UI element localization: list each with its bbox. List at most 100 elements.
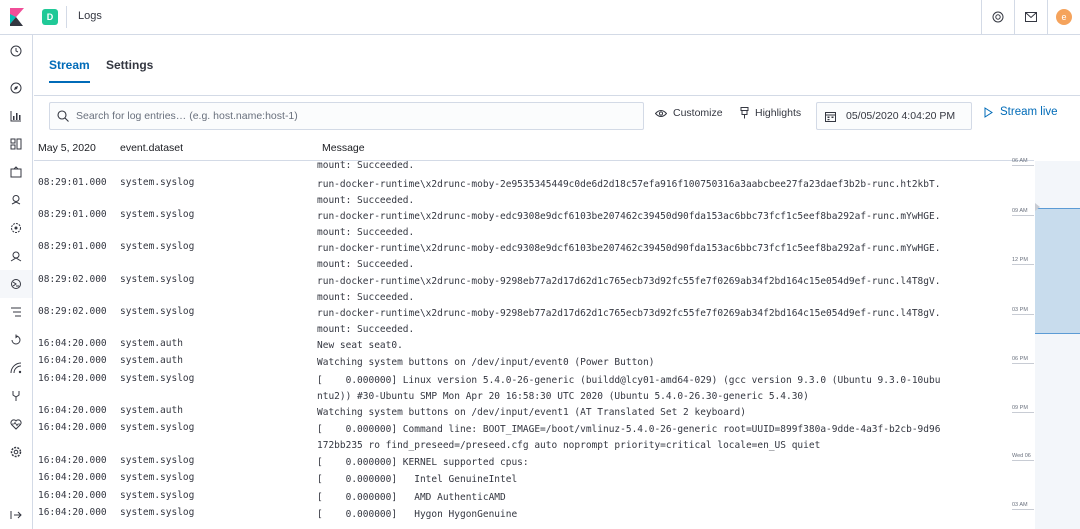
log-row[interactable]: 16:04:20.000 system.auth New seat seat0. (34, 338, 1000, 354)
column-message: Message (322, 142, 365, 154)
log-message: [ 0.000000] Linux version 5.4.0-26-gener… (317, 375, 941, 403)
nav-monitoring[interactable] (0, 410, 32, 438)
log-timestamp: 16:04:20.000 (38, 373, 107, 384)
gear-icon (10, 446, 22, 458)
newsfeed-button[interactable] (1014, 0, 1047, 34)
log-dataset: system.syslog (120, 422, 195, 433)
space-avatar[interactable]: D (42, 9, 58, 25)
log-row[interactable]: 08:29:01.000 system.syslog run-docker-runt… (34, 209, 1000, 241)
heartbeat-icon (10, 419, 22, 430)
log-row[interactable]: 16:04:20.000 system.syslog [ 0.000000] AMD… (34, 490, 1000, 506)
log-row[interactable]: 16:04:20.000 system.syslog [ 0.000000] Lin… (34, 373, 1000, 405)
log-row[interactable]: 16:04:20.000 system.syslog [ 0.000000] Int… (34, 472, 1000, 488)
minimap-tick-label: 03 AM (1012, 502, 1034, 510)
log-row[interactable]: 16:04:20.000 system.auth Watching system b… (34, 355, 1000, 371)
log-dataset: system.syslog (120, 455, 195, 466)
tab-settings[interactable]: Settings (106, 58, 153, 81)
minimap-tick-label: 12 PM (1012, 257, 1034, 265)
highlights-label: Highlights (755, 107, 802, 119)
log-dataset: system.syslog (120, 274, 195, 285)
help-button[interactable] (981, 0, 1014, 34)
log-stream[interactable]: mount: Succeeded. 08:29:01.000 system.sysl… (34, 161, 1000, 529)
page-title: Logs (78, 10, 102, 22)
nav-siem[interactable] (0, 354, 32, 382)
customize-label: Customize (673, 107, 723, 119)
log-row[interactable]: 16:04:20.000 system.syslog [ 0.000000] Com… (34, 422, 1000, 454)
log-dataset: system.syslog (120, 306, 195, 317)
log-timestamp: 08:29:02.000 (38, 274, 107, 285)
log-timestamp: 08:29:01.000 (38, 209, 107, 220)
log-row[interactable]: 08:29:02.000 system.syslog run-docker-runt… (34, 306, 1000, 338)
log-timestamp: 16:04:20.000 (38, 490, 107, 501)
highlighter-icon (740, 107, 749, 119)
tab-stream[interactable]: Stream (49, 58, 90, 83)
log-message: run-docker-runtime\x2drunc-moby-9298eb77… (317, 276, 941, 304)
log-message: run-docker-runtime\x2drunc-moby-2e953534… (317, 179, 941, 207)
calendar-icon (825, 111, 836, 122)
stream-live-button[interactable]: Stream live (984, 106, 1058, 118)
nav-uptime[interactable] (0, 326, 32, 354)
log-row[interactable]: 08:29:01.000 system.syslog run-docker-runt… (34, 241, 1000, 273)
minimap-tick-label: 09 AM (1012, 208, 1034, 216)
log-row[interactable]: 16:04:20.000 system.auth Watching system b… (34, 405, 1000, 421)
uptime-icon (11, 334, 21, 345)
tab-bar: Stream Settings (34, 36, 1080, 96)
highlights-button[interactable]: Highlights (740, 107, 801, 119)
canvas-icon (10, 166, 22, 178)
log-timestamp: 08:29:02.000 (38, 306, 107, 317)
nav-dashboard[interactable] (0, 130, 32, 158)
log-row[interactable]: 08:29:01.000 system.syslog run-docker-runt… (34, 177, 1000, 209)
log-message: run-docker-runtime\x2drunc-moby-9298eb77… (317, 308, 941, 336)
side-nav (0, 35, 33, 529)
log-message: mount: Succeeded. (317, 161, 415, 171)
log-timestamp: 16:04:20.000 (38, 507, 107, 518)
log-message: run-docker-runtime\x2drunc-moby-edc9308e… (317, 243, 941, 271)
nav-recent[interactable] (0, 37, 32, 65)
nav-visualize[interactable] (0, 102, 32, 130)
log-timestamp: 16:04:20.000 (38, 472, 107, 483)
logs-icon (11, 279, 21, 289)
kibana-logo-icon[interactable] (0, 0, 33, 34)
nav-dev-tools[interactable] (0, 382, 32, 410)
log-row[interactable]: 08:29:02.000 system.syslog run-docker-runt… (34, 274, 1000, 306)
nav-metrics[interactable] (0, 242, 32, 270)
customize-button[interactable]: Customize (655, 107, 723, 119)
log-dataset: system.auth (120, 338, 183, 349)
nav-ml[interactable] (0, 214, 32, 242)
column-date: May 5, 2020 (38, 142, 96, 154)
user-menu-button[interactable]: e (1047, 0, 1080, 34)
minimap-tick-label: 06 AM (1012, 158, 1034, 166)
log-timestamp: 08:29:01.000 (38, 177, 107, 188)
search-icon (50, 110, 76, 122)
machine-learning-icon (11, 223, 21, 233)
date-picker[interactable]: 05/05/2020 4:04:20 PM (816, 102, 972, 130)
log-row[interactable]: 16:04:20.000 system.syslog [ 0.000000] Hyg… (34, 507, 1000, 523)
nav-maps[interactable] (0, 186, 32, 214)
log-row[interactable]: 16:04:20.000 system.syslog [ 0.000000] KER… (34, 455, 1000, 471)
log-message: [ 0.000000] KERNEL supported cpus: (317, 457, 529, 468)
log-dataset: system.auth (120, 405, 183, 416)
mail-icon (1025, 12, 1037, 22)
log-row[interactable]: mount: Succeeded. (34, 161, 1000, 174)
minimap-tick-label: Wed 06 (1012, 453, 1034, 461)
log-message: New seat seat0. (317, 340, 403, 351)
stream-live-label: Stream live (1000, 106, 1058, 118)
nav-apm[interactable] (0, 298, 32, 326)
siem-icon (10, 362, 22, 374)
wrench-icon (12, 391, 20, 401)
search-input[interactable] (76, 110, 636, 122)
nav-discover[interactable] (0, 74, 32, 102)
nav-management[interactable] (0, 438, 32, 466)
log-dataset: system.syslog (120, 241, 195, 252)
minimap-visible-range[interactable] (1035, 208, 1080, 334)
nav-collapse[interactable] (0, 501, 32, 529)
nav-logs[interactable] (0, 270, 32, 298)
help-icon (992, 11, 1004, 23)
search-field[interactable] (49, 102, 644, 130)
nav-canvas[interactable] (0, 158, 32, 186)
minimap-tick-label: 03 PM (1012, 307, 1034, 315)
visualize-icon (10, 111, 21, 122)
log-minimap[interactable]: 06 AM 09 AM 12 PM 03 PM 06 PM 09 PM Wed 06 03 A… (1000, 158, 1080, 529)
log-timestamp: 16:04:20.000 (38, 405, 107, 416)
log-timestamp: 16:04:20.000 (38, 355, 107, 366)
